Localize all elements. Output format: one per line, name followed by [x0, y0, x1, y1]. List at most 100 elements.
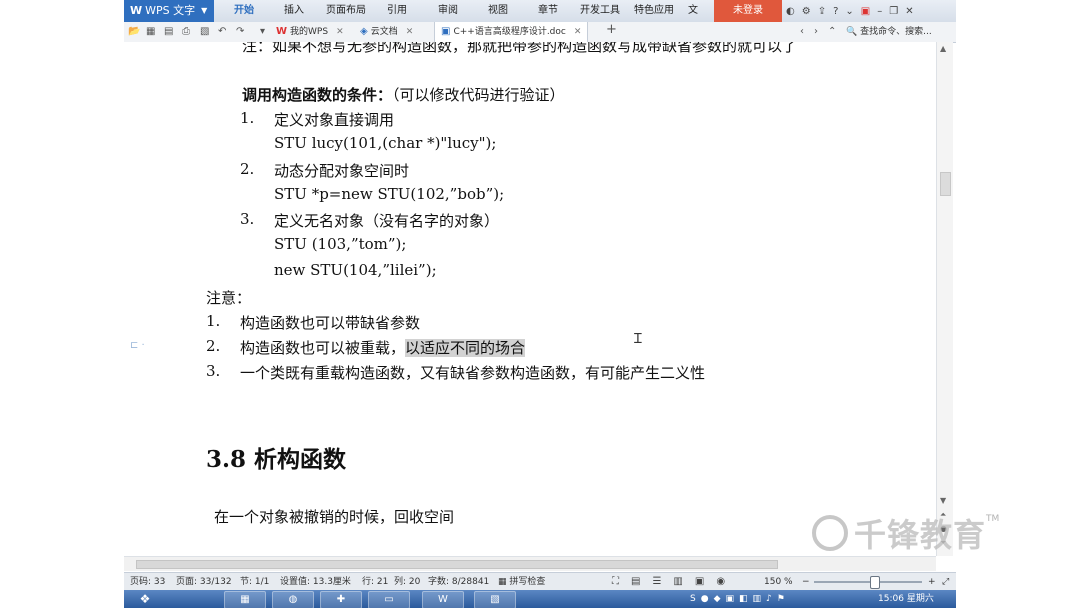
- network-icon[interactable]: ▥: [753, 594, 762, 604]
- taskbar-app-icon[interactable]: ▦: [224, 591, 266, 608]
- conditions-title: 调用构造函数的条件：: [242, 86, 393, 104]
- watermark: 千锋教育 TM: [812, 508, 1062, 558]
- settings-icon[interactable]: ⚙: [802, 6, 811, 17]
- code-text: STU lucy(101,(char *)"lucy");: [274, 134, 497, 152]
- tab-document[interactable]: ▣ C++语言高级程序设计.doc ✕: [434, 22, 589, 42]
- section-heading: 3.8 析构函数: [206, 446, 347, 473]
- taskbar-app-icon[interactable]: ▧: [474, 591, 516, 608]
- reading-view-icon[interactable]: ▣: [695, 573, 704, 591]
- tray-icon[interactable]: ◆: [714, 594, 721, 604]
- list-number: 1.: [206, 312, 221, 330]
- new-tab-icon[interactable]: +: [606, 23, 617, 37]
- list-number: 1.: [240, 109, 255, 127]
- ribbon-expand-icon[interactable]: ⌃: [828, 25, 836, 39]
- watermark-text: 千锋教育: [854, 516, 987, 554]
- save-icon[interactable]: ▦: [146, 25, 155, 39]
- close-tab-icon[interactable]: ✕: [574, 22, 582, 42]
- note-item: 构造函数也可以带缺省参数: [240, 314, 421, 332]
- print-icon[interactable]: ⎙: [182, 25, 190, 39]
- selected-text[interactable]: 以适应不同的场合: [405, 339, 526, 357]
- flag-icon[interactable]: ⚑: [777, 594, 785, 604]
- fullscreen-icon[interactable]: ⛶: [612, 573, 619, 591]
- close-tab-icon[interactable]: ✕: [406, 22, 414, 42]
- customize-dropdown-icon[interactable]: ▾: [260, 25, 265, 39]
- close-icon[interactable]: ✕: [905, 6, 913, 17]
- tab-insert[interactable]: 插入: [284, 0, 304, 22]
- minimize-icon[interactable]: –: [877, 6, 882, 17]
- paragraph-marker-icon: ⊏ ·: [130, 340, 145, 351]
- scroll-down-icon[interactable]: ▼: [940, 496, 946, 505]
- taskbar-folder-icon[interactable]: ▭: [368, 591, 410, 608]
- taskbar-app-icon[interactable]: ◍: [272, 591, 314, 608]
- tab-section[interactable]: 章节: [538, 0, 558, 22]
- volume-icon[interactable]: ♪: [766, 594, 772, 604]
- tab-references[interactable]: 引用: [387, 0, 407, 22]
- watermark-tm: TM: [986, 514, 1000, 524]
- horizontal-scrollbar[interactable]: [124, 556, 936, 571]
- status-setting: 设置值: 13.3厘米: [280, 577, 351, 587]
- code-line: new STU(104,”lilei”);: [274, 261, 437, 279]
- status-row: 行: 21: [362, 577, 389, 587]
- outline-view-icon[interactable]: ☰: [652, 573, 661, 591]
- status-pages: 页面: 33/132: [176, 577, 232, 587]
- close-tab-icon[interactable]: ✕: [336, 22, 344, 42]
- search-label: 查找命令、搜索...: [860, 27, 932, 37]
- tab-special[interactable]: 特色应用: [634, 0, 674, 22]
- ribbon-toggle-icon[interactable]: ▣: [861, 6, 870, 17]
- tab-home[interactable]: 开始: [234, 0, 254, 22]
- redo-icon[interactable]: ↷: [236, 25, 244, 39]
- web-view-icon[interactable]: ▥: [673, 573, 682, 591]
- tab-developer[interactable]: 开发工具: [580, 0, 620, 22]
- share-icon[interactable]: ⇪: [818, 6, 826, 17]
- scroll-up-icon[interactable]: ▲: [940, 44, 946, 53]
- ribbon-arrow-left-icon[interactable]: ‹: [800, 25, 804, 39]
- command-search[interactable]: 🔍 查找命令、搜索...: [846, 22, 932, 42]
- preview-icon[interactable]: ▧: [200, 25, 209, 39]
- open-icon[interactable]: 📂: [128, 25, 140, 39]
- watermark-logo-icon: [812, 515, 848, 551]
- zoom-out-icon[interactable]: −: [802, 573, 810, 591]
- conditions-heading: 调用构造函数的条件：（可以修改代码进行验证）: [242, 84, 565, 105]
- zoom-level[interactable]: 150 %: [764, 573, 793, 591]
- skin-icon[interactable]: ◐: [786, 6, 795, 17]
- zoom-in-icon[interactable]: +: [928, 573, 936, 591]
- zoom-slider-knob[interactable]: [870, 576, 880, 589]
- title-bar-icons: ◐ ⚙ ⇪ ? ⌄ ▣ – ❐ ✕: [786, 0, 914, 22]
- spell-check-button[interactable]: ▦ 拼写检查: [498, 573, 545, 591]
- collapse-icon[interactable]: ⌄: [845, 6, 853, 17]
- help-icon[interactable]: ?: [833, 6, 838, 17]
- undo-icon[interactable]: ↶: [218, 25, 226, 39]
- zoom-slider[interactable]: [814, 581, 922, 583]
- tray-icon[interactable]: ◧: [739, 594, 748, 604]
- clock[interactable]: 15:06 星期六: [878, 590, 934, 608]
- export-pdf-icon[interactable]: ▤: [164, 25, 173, 39]
- fit-window-icon[interactable]: ⤢: [942, 573, 949, 591]
- tab-review[interactable]: 审阅: [438, 0, 458, 22]
- hscroll-thumb[interactable]: [136, 560, 778, 569]
- tab-more[interactable]: 文: [688, 0, 698, 22]
- tray-icon[interactable]: ▣: [726, 594, 735, 604]
- taskbar-app-icon[interactable]: ✚: [320, 591, 362, 608]
- app-name: WPS 文字: [145, 4, 196, 17]
- vertical-scrollbar[interactable]: ▲ ▼ ⏶ ● ⏷: [936, 42, 953, 556]
- start-button-icon[interactable]: ❖: [130, 590, 160, 608]
- login-button[interactable]: 未登录: [714, 0, 782, 22]
- tab-page-layout[interactable]: 页面布局: [326, 0, 366, 22]
- page-view-icon[interactable]: ▤: [631, 573, 640, 591]
- scroll-thumb[interactable]: [940, 172, 951, 196]
- doc-icon: ▣: [441, 26, 451, 37]
- restore-icon[interactable]: ❐: [889, 6, 898, 17]
- tray-icon[interactable]: S: [690, 594, 696, 604]
- tray-icon[interactable]: ●: [701, 594, 709, 604]
- eye-protect-icon[interactable]: ◉: [716, 573, 725, 591]
- code-line: STU (103,”tom”);: [274, 235, 407, 253]
- tab-label: 云文档: [370, 27, 398, 37]
- document-page[interactable]: 注：如果不想写无参的构造函数，那就把带参的构造函数写成带缺省参数的就可以了 调用…: [124, 42, 936, 556]
- list-number: 3.: [206, 362, 221, 380]
- wps-menu-button[interactable]: W WPS 文字 ▼: [124, 0, 214, 22]
- taskbar-wps-icon[interactable]: W: [422, 591, 464, 608]
- tab-cloud-docs[interactable]: ◈ 云文档 ✕: [360, 22, 413, 42]
- tab-view[interactable]: 视图: [488, 0, 508, 22]
- ribbon-arrow-right-icon[interactable]: ›: [814, 25, 818, 39]
- tab-my-wps[interactable]: W 我的WPS ✕: [276, 22, 344, 42]
